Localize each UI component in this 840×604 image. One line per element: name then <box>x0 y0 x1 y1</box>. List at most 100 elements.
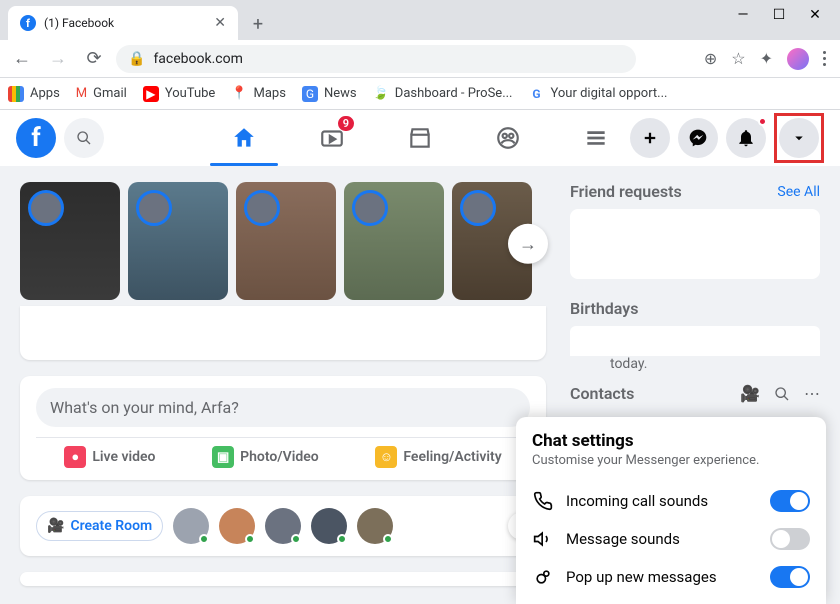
contact-avatar[interactable] <box>173 508 209 544</box>
chevron-down-icon <box>790 129 808 147</box>
youtube-bookmark[interactable]: ▶ YouTube <box>143 86 216 102</box>
feeling-button[interactable]: ☺ Feeling/Activity <box>375 446 501 468</box>
maximize-icon[interactable]: ☐ <box>772 8 786 22</box>
story-item[interactable] <box>20 182 120 300</box>
lock-icon: 🔒 <box>128 51 145 67</box>
contact-avatar[interactable] <box>357 508 393 544</box>
stories-next-button[interactable]: → <box>508 224 548 264</box>
contact-avatar[interactable] <box>311 508 347 544</box>
speaker-icon <box>532 529 554 549</box>
reload-button[interactable]: ⟳ <box>80 45 108 73</box>
contact-avatar[interactable] <box>265 508 301 544</box>
rooms-card: 🎥 Create Room › <box>20 496 546 556</box>
birthday-card-peek <box>570 326 820 356</box>
marketplace-tab[interactable] <box>380 110 460 166</box>
friend-requests-heading: Friend requests <box>570 182 682 201</box>
messenger-icon <box>688 128 708 148</box>
chat-settings-subtitle: Customise your Messenger experience. <box>532 453 810 468</box>
stories-tray: → <box>20 182 546 312</box>
facebook-favicon: f <box>20 15 36 31</box>
birthdays-heading: Birthdays <box>570 299 820 318</box>
tab-title: (1) Facebook <box>44 16 206 30</box>
leaf-icon: 🍃 <box>373 86 389 101</box>
maps-bookmark[interactable]: 📍 Maps <box>231 86 286 101</box>
address-bar[interactable]: 🔒 facebook.com <box>116 45 636 73</box>
story-item[interactable] <box>128 182 228 300</box>
watch-tab[interactable]: 9 <box>292 110 372 166</box>
gmail-icon: M <box>76 86 87 101</box>
plus-icon <box>641 129 659 147</box>
facebook-logo[interactable]: f <box>16 118 56 158</box>
search-contacts-icon[interactable] <box>774 386 790 402</box>
contacts-options-icon[interactable]: ⋯ <box>804 384 820 403</box>
see-all-link[interactable]: See All <box>777 184 820 200</box>
extensions-icon[interactable]: ✦ <box>760 49 773 68</box>
apps-bookmark[interactable]: Apps <box>8 86 60 102</box>
forward-button[interactable]: → <box>44 45 72 73</box>
messenger-button[interactable] <box>678 118 718 158</box>
video-plus-icon: 🎥 <box>47 518 64 534</box>
home-icon <box>231 125 257 151</box>
live-video-button[interactable]: ● Live video <box>64 446 155 468</box>
minimize-icon[interactable]: — <box>736 8 750 22</box>
new-tab-button[interactable]: + <box>244 10 272 38</box>
camera-icon: ● <box>64 446 86 468</box>
account-dropdown-button[interactable] <box>779 118 819 158</box>
menu-icon <box>583 125 609 151</box>
groups-tab[interactable] <box>468 110 548 166</box>
story-avatar <box>352 190 388 226</box>
profile-avatar-icon[interactable] <box>787 48 809 70</box>
incoming-call-sounds-row: Incoming call sounds <box>532 482 810 520</box>
facebook-search-button[interactable] <box>64 118 104 158</box>
story-item[interactable] <box>236 182 336 300</box>
popup-icon <box>532 567 554 587</box>
incoming-sounds-toggle[interactable] <box>770 490 810 512</box>
bell-icon <box>736 128 756 148</box>
zoom-icon[interactable]: ⊕ <box>704 49 717 68</box>
contact-avatar[interactable] <box>219 508 255 544</box>
digital-bookmark[interactable]: G Your digital opport... <box>529 86 668 102</box>
star-icon[interactable]: ☆ <box>731 49 745 68</box>
story-avatar <box>28 190 64 226</box>
close-window-icon[interactable]: ✕ <box>808 8 822 22</box>
create-room-button[interactable]: 🎥 Create Room <box>36 511 163 541</box>
online-dot-icon <box>337 534 347 544</box>
photo-video-button[interactable]: ▣ Photo/Video <box>212 446 319 468</box>
browser-titlebar: f (1) Facebook ✕ + — ☐ ✕ <box>0 0 840 40</box>
popup-messages-row: Pop up new messages <box>532 558 810 596</box>
phone-icon <box>532 491 554 511</box>
composer-card: What's on your mind, Arfa? ● Live video … <box>20 376 546 480</box>
online-dot-icon <box>291 534 301 544</box>
composer-input[interactable]: What's on your mind, Arfa? <box>36 388 530 427</box>
story-item[interactable] <box>344 182 444 300</box>
story-avatar <box>460 190 496 226</box>
contacts-heading: Contacts <box>570 384 726 403</box>
feed-card-peek <box>20 572 546 586</box>
notifications-button[interactable] <box>726 118 766 158</box>
back-button[interactable]: ← <box>8 45 36 73</box>
browser-tab[interactable]: f (1) Facebook ✕ <box>8 6 238 40</box>
create-button[interactable] <box>630 118 670 158</box>
story-avatar <box>244 190 280 226</box>
smiley-icon: ☺ <box>375 446 397 468</box>
news-icon: G <box>302 86 318 102</box>
main-feed: → What's on your mind, Arfa? ● Live vide… <box>20 182 546 588</box>
new-room-icon[interactable]: 🎥 <box>740 384 760 403</box>
gmail-bookmark[interactable]: M Gmail <box>76 86 127 101</box>
stories-card-bottom <box>20 306 546 360</box>
marketplace-icon <box>407 125 433 151</box>
dashboard-bookmark[interactable]: 🍃 Dashboard - ProSe... <box>373 86 513 101</box>
message-sounds-row: Message sounds <box>532 520 810 558</box>
news-bookmark[interactable]: G News <box>302 86 357 102</box>
close-tab-button[interactable]: ✕ <box>214 15 226 31</box>
apps-icon <box>8 86 24 102</box>
account-dropdown-highlight <box>774 113 824 163</box>
home-tab[interactable] <box>204 110 284 166</box>
hamburger-tab[interactable] <box>556 110 636 166</box>
story-avatar <box>136 190 172 226</box>
browser-menu-icon[interactable] <box>823 51 826 66</box>
browser-toolbar: ← → ⟳ 🔒 facebook.com ⊕ ☆ ✦ <box>0 40 840 78</box>
popup-messages-toggle[interactable] <box>770 566 810 588</box>
message-sounds-toggle[interactable] <box>770 528 810 550</box>
facebook-body: → What's on your mind, Arfa? ● Live vide… <box>0 166 840 604</box>
